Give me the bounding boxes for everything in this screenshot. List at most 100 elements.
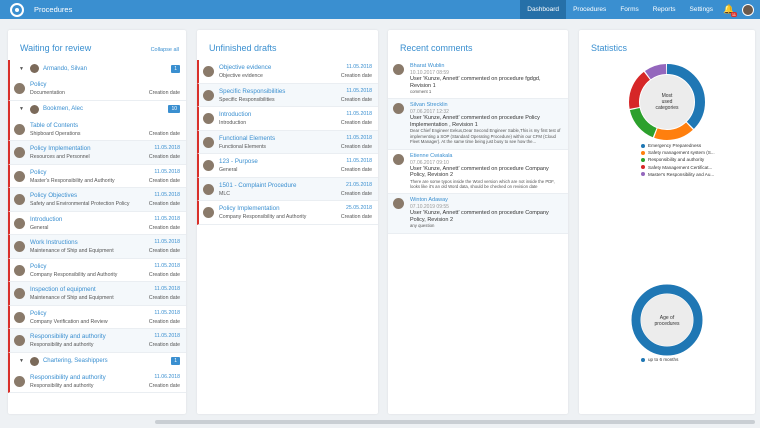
legend-swatch [641, 165, 645, 170]
avatar [393, 198, 404, 210]
legend-label: Master's Responsibility and Au... [648, 171, 715, 177]
list-item[interactable]: Policy Implementation Company Responsibil… [197, 201, 378, 225]
legend-item[interactable]: Master's Responsibility and Au... [641, 171, 715, 178]
item-title[interactable]: Functional Elements [219, 135, 275, 142]
nav-tab-reports[interactable]: Reports [646, 0, 683, 19]
item-title[interactable]: Specific Responsibilities [219, 88, 285, 95]
commenter-name[interactable]: Winton Adaway [410, 197, 562, 204]
item-title[interactable]: Policy [30, 169, 47, 176]
commenter-name[interactable]: Etienne Cwiakala [410, 153, 562, 160]
list-item[interactable]: Functional Elements Functional Elements 11… [197, 130, 378, 154]
comment-item[interactable]: Bharat Wublin 10.10.2017 08:59 User 'Kunze… [388, 60, 568, 100]
item-date: 11.05.2018 [154, 145, 180, 151]
item-subtitle: Responsibility and authority [30, 382, 94, 389]
item-date-label: Creation date [148, 224, 180, 231]
list-item[interactable]: Table of Contents Shipboard Operations Cre… [8, 117, 186, 141]
drafts-title: Unfinished drafts [209, 43, 277, 53]
review-group-header[interactable]: ▼ Chartering, Seashippers 1 [8, 352, 186, 370]
list-item[interactable]: Policy Implementation Resources and Perso… [8, 141, 186, 165]
item-title[interactable]: Objective evidence [219, 64, 271, 71]
item-date: 11.05.2018 [154, 309, 180, 316]
nav-tab-procedures[interactable]: Procedures [566, 0, 613, 19]
commenter-name[interactable]: Silvan Strecklin [410, 102, 562, 109]
list-item[interactable]: Objective evidence Objective evidence 11.0… [197, 60, 378, 84]
list-item[interactable]: Introduction General 11.05.2018 Creation da… [8, 211, 186, 235]
nav-tab-dashboard[interactable]: Dashboard [520, 0, 567, 19]
item-subtitle: Company Verification and Review [30, 318, 108, 325]
list-item[interactable]: Inspection of equipment Maintenance of Sh… [8, 282, 186, 306]
item-title[interactable]: Policy Objectives [30, 192, 77, 199]
legend-item[interactable]: Safety Management Certificat... [641, 164, 715, 171]
item-title[interactable]: Introduction [30, 216, 62, 223]
avatar [14, 375, 25, 387]
item-date: 11.06.2018 [154, 373, 180, 380]
list-item[interactable]: Policy Company Verification and Review 11.… [8, 305, 186, 329]
item-title[interactable]: Responsibility and authority [30, 374, 106, 381]
legend-item[interactable]: up to 6 months [641, 356, 678, 363]
nav-tab-settings[interactable]: Settings [683, 0, 721, 19]
item-title[interactable]: Introduction [219, 111, 251, 118]
list-item[interactable]: Policy Company Responsibility and Authori… [8, 258, 186, 282]
list-item[interactable]: Policy Objectives Safety and Environmenta… [8, 188, 186, 212]
item-title[interactable]: Policy [30, 81, 47, 88]
legend-item[interactable]: Safety management system (S... [641, 149, 715, 156]
list-item[interactable]: Policy Master's Responsibility and Author… [8, 164, 186, 188]
list-item[interactable]: Work Instructions Maintenance of Ship and… [8, 235, 186, 259]
item-title[interactable]: Responsibility and authority [30, 333, 106, 340]
age-donut-chart[interactable]: Age of procedures [579, 282, 755, 362]
item-subtitle: Maintenance of Ship and Equipment [30, 248, 114, 254]
list-item[interactable]: Responsibility and authority Responsibili… [8, 369, 186, 393]
comment-item[interactable]: Etienne Cwiakala 07.06.2017 09:10 User 'Ku… [388, 150, 568, 195]
user-avatar[interactable] [742, 3, 754, 16]
item-title[interactable]: Inspection of equipment [30, 286, 96, 293]
item-title[interactable]: Policy Implementation [30, 145, 91, 152]
group-avatar [29, 64, 39, 73]
review-group-header[interactable]: ▼ Armando, Silvan 1 [8, 60, 186, 77]
caret-down-icon[interactable]: ▼ [19, 358, 24, 364]
comment-message: User 'Kunze, Annett' commented on proced… [410, 165, 549, 179]
app-logo-icon[interactable] [10, 2, 24, 17]
item-title[interactable]: Work Instructions [30, 239, 78, 246]
item-date-label: Creation date [148, 318, 180, 325]
caret-down-icon[interactable]: ▼ [19, 106, 24, 112]
avatar [203, 89, 214, 101]
collapse-all-link[interactable]: Collapse all [151, 47, 179, 53]
item-date-label: Creation date [148, 248, 180, 254]
comment-text: There are some typos inside the Word ver… [410, 178, 555, 190]
donut2-center-line-2: procedures [654, 321, 680, 327]
donut1-center-line-3: categories [655, 105, 679, 111]
avatar [393, 103, 404, 115]
unfinished-drafts-panel: Unfinished drafts Objective evidence Obje… [197, 30, 378, 414]
group-count-badge: 1 [171, 357, 180, 365]
review-group-header[interactable]: ▼ Bookmen, Alec 10 [8, 100, 186, 118]
nav-tab-forms[interactable]: Forms [613, 0, 645, 19]
item-date: 11.05.2018 [154, 215, 180, 222]
list-item[interactable]: Specific Responsibilities Specific Respon… [197, 83, 378, 107]
list-item[interactable]: Introduction Introduction 11.05.2018 Creati… [197, 107, 378, 131]
item-date: 25.05.2018 [346, 205, 372, 211]
legend-label: up to 6 months [648, 357, 679, 363]
notifications-bell-icon[interactable]: 🔔 11 [720, 0, 738, 19]
item-title[interactable]: Policy [30, 263, 47, 270]
comment-item[interactable]: Winton Adaway 07.10.2019 09:55 User 'Kunze… [388, 194, 568, 234]
item-title[interactable]: Policy Implementation [219, 205, 280, 212]
item-title[interactable]: Table of Contents [30, 122, 78, 129]
item-date: 21.05.2018 [346, 181, 372, 188]
comment-item[interactable]: Silvan Strecklin 07.06.2017 12:32 User 'Ku… [388, 99, 568, 150]
list-item[interactable]: 123 - Purpose General 11.05.2018 Creation d… [197, 154, 378, 178]
legend-item[interactable]: Responsibility and authority [641, 156, 715, 163]
item-date-label: Creation date [340, 143, 372, 150]
list-item[interactable]: Policy Documentation Creation date [8, 77, 186, 101]
item-date: 11.05.2018 [154, 239, 180, 245]
item-title[interactable]: 123 - Purpose [219, 158, 258, 165]
list-item[interactable]: Responsibility and authority Responsibili… [8, 329, 186, 353]
commenter-name[interactable]: Bharat Wublin [410, 63, 562, 70]
item-title[interactable]: Policy [30, 310, 47, 317]
legend-item[interactable]: Emergency Preparedness [641, 142, 715, 149]
horizontal-scrollbar[interactable] [155, 420, 755, 424]
item-date-label: Creation date [148, 90, 180, 96]
caret-down-icon[interactable]: ▼ [19, 66, 24, 72]
list-item[interactable]: 1501 - Complaint Procedure MLC 21.05.2018 C… [197, 177, 378, 201]
item-title[interactable]: 1501 - Complaint Procedure [219, 182, 296, 189]
avatar [14, 194, 25, 205]
